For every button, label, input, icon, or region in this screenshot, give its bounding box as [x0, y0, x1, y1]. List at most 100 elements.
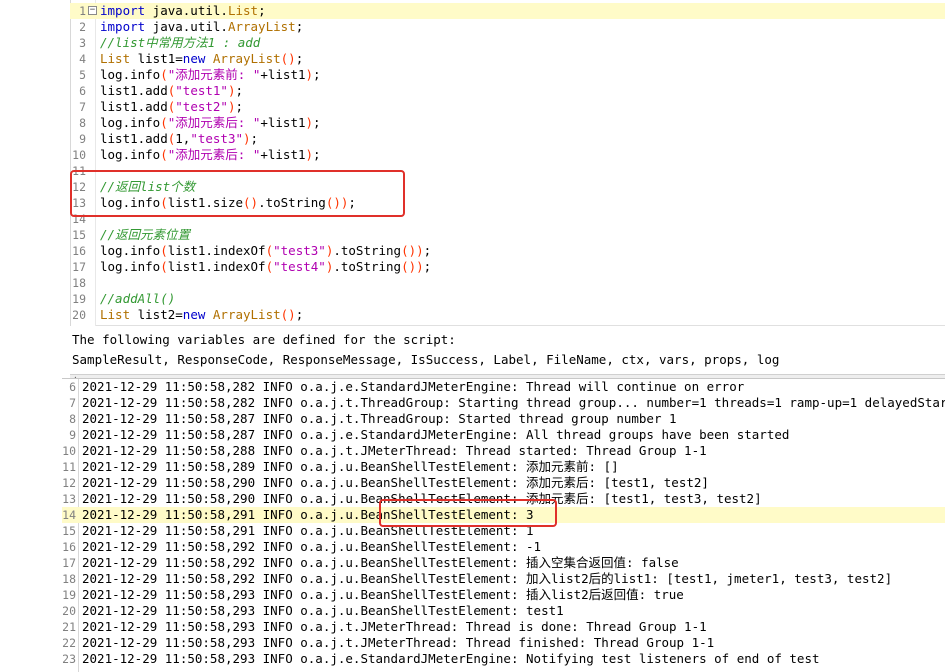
script-editor[interactable]: 1− import java.util.List; 2 import java.uti… [0, 0, 945, 326]
code-token: //addAll() [100, 291, 176, 306]
line-number: 13 [72, 196, 86, 210]
code-line[interactable]: 15 //返回元素位置 [70, 227, 945, 243]
line-number: 3 [79, 36, 86, 50]
log-text: 2021-12-29 11:50:58,293 INFO o.a.j.t.JMe… [82, 635, 715, 650]
log-line: 20 2021-12-29 11:50:58,293 INFO o.a.j.u.B… [62, 603, 945, 619]
code-line[interactable]: 12 //返回list个数 [70, 179, 945, 195]
code-token: () [401, 259, 417, 274]
code-text[interactable]: List list1=new ArrayList(); [100, 51, 303, 67]
editor-left-margin [0, 0, 70, 326]
line-number: 15 [72, 228, 86, 242]
code-token: ; [295, 51, 304, 66]
code-text[interactable]: //list中常用方法1 : add [100, 35, 260, 51]
log-line: 10 2021-12-29 11:50:58,288 INFO o.a.j.t.J… [62, 443, 945, 459]
code-token: list1.add [100, 131, 168, 146]
log-line: 14 2021-12-29 11:50:58,291 INFO o.a.j.u.B… [62, 507, 945, 523]
code-token: ( [160, 147, 168, 162]
code-line[interactable]: 18 [70, 275, 945, 291]
code-text[interactable]: log.info(list1.indexOf("test3").toString… [100, 243, 431, 259]
code-line[interactable]: 17 log.info(list1.indexOf("test4").toStri… [70, 259, 945, 275]
code-text[interactable]: log.info("添加元素后: "+list1); [100, 115, 321, 131]
code-text[interactable]: log.info("添加元素前: "+list1); [100, 67, 321, 83]
code-token: "test3" [190, 131, 244, 146]
log-text: 2021-12-29 11:50:58,282 INFO o.a.j.e.Sta… [82, 379, 745, 394]
code-line[interactable]: 9 list1.add(1,"test3"); [70, 131, 945, 147]
code-token: list1.add [100, 99, 168, 114]
code-line[interactable]: 20 List list2=new ArrayList(); [70, 307, 945, 323]
code-line[interactable]: 13 log.info(list1.size().toString()); [70, 195, 945, 211]
log-line-number: 17 [62, 556, 76, 570]
code-token: ) [416, 259, 424, 274]
line-number: 19 [72, 292, 86, 306]
log-line-number: 15 [62, 524, 76, 538]
code-text[interactable]: log.info("添加元素后: "+list1); [100, 147, 321, 163]
code-token: ArrayList [212, 51, 281, 66]
code-token: () [325, 195, 341, 210]
code-token: log.info [100, 115, 161, 130]
log-text: 2021-12-29 11:50:58,288 INFO o.a.j.t.JMe… [82, 443, 707, 458]
code-text[interactable]: import java.util.List; [100, 3, 266, 19]
code-token: import [100, 3, 146, 18]
code-line[interactable]: 5 log.info("添加元素前: "+list1); [70, 67, 945, 83]
code-token: ) [305, 147, 314, 162]
log-line: 12 2021-12-29 11:50:58,290 INFO o.a.j.u.B… [62, 475, 945, 491]
log-line-number: 13 [62, 492, 76, 506]
code-line[interactable]: 2 import java.util.ArrayList; [70, 19, 945, 35]
log-line-number: 14 [62, 508, 76, 522]
code-token: ( [160, 195, 168, 210]
code-token: //返回元素位置 [100, 227, 191, 242]
code-token: ; [313, 115, 321, 130]
code-token: ; [348, 195, 356, 210]
code-line[interactable]: 6 list1.add("test1"); [70, 83, 945, 99]
code-line[interactable]: 10 log.info("添加元素后: "+list1); [70, 147, 945, 163]
code-line[interactable]: 3 //list中常用方法1 : add [70, 35, 945, 51]
code-text[interactable]: list1.add("test1"); [100, 83, 243, 99]
code-token: //返回list个数 [100, 179, 196, 194]
log-line-number: 20 [62, 604, 76, 618]
log-line-number: 11 [62, 460, 76, 474]
code-text[interactable]: List list2=new ArrayList(); [100, 307, 303, 323]
code-line[interactable]: 7 list1.add("test2"); [70, 99, 945, 115]
code-token: +list1 [260, 147, 306, 162]
log-line: 23 2021-12-29 11:50:58,293 INFO o.a.j.e.S… [62, 651, 945, 667]
log-text: 2021-12-29 11:50:58,290 INFO o.a.j.u.Bea… [82, 475, 709, 490]
code-line[interactable]: 8 log.info("添加元素后: "+list1); [70, 115, 945, 131]
code-line[interactable]: 14 [70, 211, 945, 227]
log-panel[interactable]: 6 2021-12-29 11:50:58,282 INFO o.a.j.e.St… [62, 378, 945, 672]
line-number: 8 [79, 116, 86, 130]
code-text[interactable]: log.info(list1.indexOf("test4").toString… [100, 259, 431, 275]
code-text[interactable]: import java.util.ArrayList; [100, 19, 303, 35]
log-line-number: 8 [69, 412, 76, 426]
line-number: 20 [72, 308, 86, 322]
log-text: 2021-12-29 11:50:58,291 INFO o.a.j.u.Bea… [82, 523, 534, 538]
code-text[interactable]: list1.add("test2"); [100, 99, 243, 115]
code-token: ( [160, 67, 168, 82]
log-text: 2021-12-29 11:50:58,289 INFO o.a.j.u.Bea… [82, 459, 619, 474]
code-token: "test3" [273, 243, 326, 258]
code-text[interactable]: //返回元素位置 [100, 227, 190, 243]
log-line: 17 2021-12-29 11:50:58,292 INFO o.a.j.u.B… [62, 555, 945, 571]
code-text[interactable]: //返回list个数 [100, 179, 195, 195]
log-line-number: 23 [62, 652, 76, 666]
code-text[interactable]: //addAll() [100, 291, 175, 307]
code-line[interactable]: 19 //addAll() [70, 291, 945, 307]
code-line[interactable]: 1− import java.util.List; [70, 3, 945, 19]
code-line[interactable]: 16 log.info(list1.indexOf("test3").toStri… [70, 243, 945, 259]
log-line: 22 2021-12-29 11:50:58,293 INFO o.a.j.t.J… [62, 635, 945, 651]
code-token: list1.indexOf [167, 243, 266, 258]
code-line[interactable]: 4 List list1=new ArrayList(); [70, 51, 945, 67]
code-text[interactable]: log.info(list1.size().toString()); [100, 195, 356, 211]
code-token: ; [295, 19, 304, 34]
code-text[interactable]: list1.add(1,"test3"); [100, 131, 258, 147]
log-line-number: 22 [62, 636, 76, 650]
log-line: 9 2021-12-29 11:50:58,287 INFO o.a.j.e.St… [62, 427, 945, 443]
fold-toggle-icon[interactable]: − [88, 6, 97, 15]
log-line: 7 2021-12-29 11:50:58,282 INFO o.a.j.t.Th… [62, 395, 945, 411]
code-token: list1.add [100, 83, 168, 98]
code-token: ( [265, 243, 274, 258]
code-token: ; [235, 99, 244, 114]
code-token: ; [313, 147, 321, 162]
code-token: ( [160, 259, 168, 274]
code-line[interactable]: 11 [70, 163, 945, 179]
